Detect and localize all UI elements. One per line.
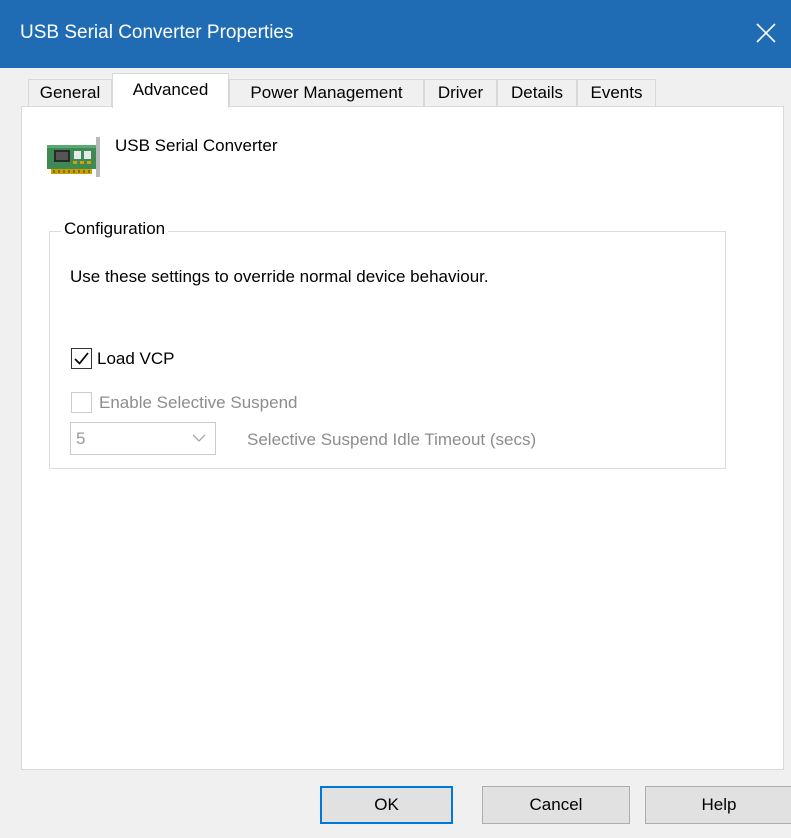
tab-label: Power Management [250, 83, 403, 102]
title-bar: USB Serial Converter Properties [0, 0, 791, 68]
close-icon [756, 23, 776, 43]
selective-suspend-checkbox[interactable] [71, 392, 92, 413]
ok-button[interactable]: OK [320, 786, 453, 824]
idle-timeout-value: 5 [76, 429, 86, 448]
advanced-tab-panel: USB Serial Converter Configuration Use t… [21, 106, 784, 770]
tab-events[interactable]: Events [577, 79, 656, 107]
tab-power-management[interactable]: Power Management [229, 79, 424, 107]
load-vcp-checkbox[interactable] [71, 348, 92, 369]
close-button[interactable] [741, 0, 791, 68]
circuit-board-icon [47, 137, 101, 184]
tab-label: Driver [437, 83, 484, 102]
tab-general[interactable]: General [28, 79, 112, 107]
load-vcp-label[interactable]: Load VCP [97, 349, 175, 369]
tab-label: General [39, 83, 101, 102]
tab-advanced[interactable]: Advanced [112, 73, 229, 108]
groupbox-title: Configuration [61, 219, 169, 239]
window-title: USB Serial Converter Properties [20, 22, 294, 43]
idle-timeout-label: Selective Suspend Idle Timeout (secs) [247, 430, 537, 449]
configuration-groupbox: Configuration Use these settings to over… [49, 219, 726, 469]
tab-driver[interactable]: Driver [424, 79, 497, 107]
tab-label: Details [511, 83, 563, 102]
tab-label: Events [590, 83, 643, 102]
checkmark-icon [74, 352, 89, 365]
cancel-button[interactable]: Cancel [482, 786, 630, 824]
chevron-down-icon [192, 434, 206, 442]
selective-suspend-label[interactable]: Enable Selective Suspend [99, 393, 297, 413]
configuration-description: Use these settings to override normal de… [70, 267, 489, 286]
tab-details[interactable]: Details [497, 79, 577, 107]
help-button[interactable]: Help [645, 786, 791, 824]
properties-dialog: USB Serial Converter Properties General … [0, 0, 791, 838]
tab-label: Advanced [132, 80, 209, 99]
device-name: USB Serial Converter [115, 136, 278, 155]
idle-timeout-select[interactable]: 5 [70, 422, 216, 455]
